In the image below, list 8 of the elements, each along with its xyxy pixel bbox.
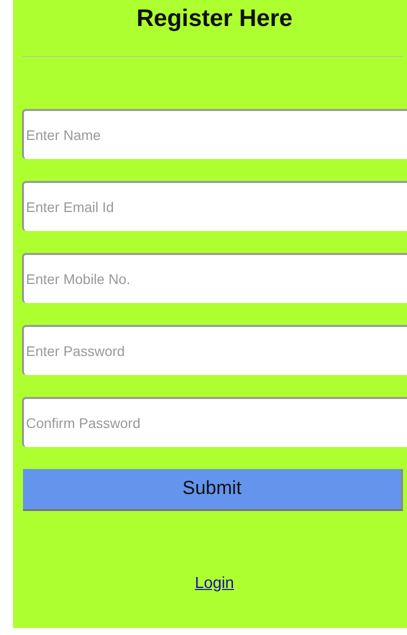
input-field[interactable]: Enter Name xyxy=(22,109,407,159)
input-field[interactable]: Enter Password xyxy=(22,325,407,375)
page-title: Register Here xyxy=(135,4,294,34)
login-link[interactable]: Login xyxy=(194,575,234,593)
submit-button[interactable]: Submit xyxy=(23,469,403,511)
input-field[interactable]: Confirm Password xyxy=(22,397,407,447)
input-field[interactable]: Enter Email Id xyxy=(22,181,407,231)
input-field[interactable]: Enter Mobile No. xyxy=(22,253,407,303)
